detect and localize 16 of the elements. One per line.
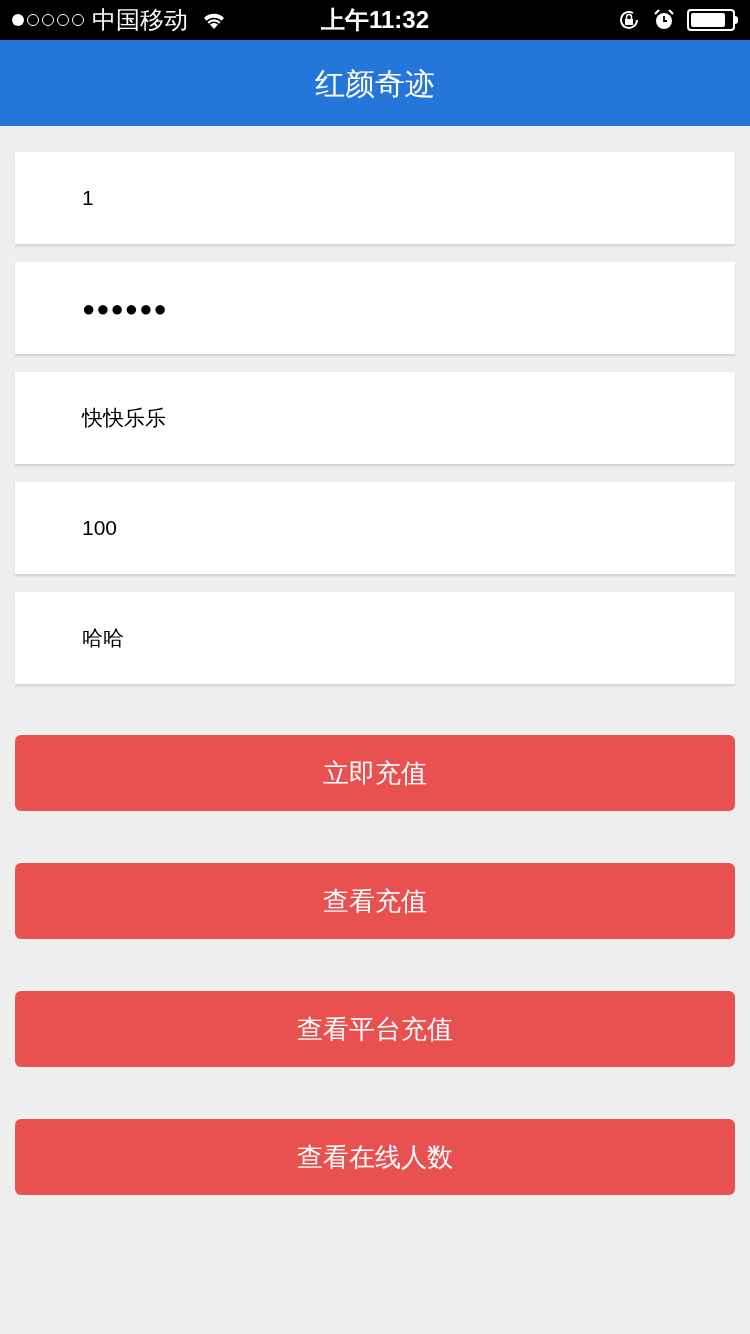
action-button[interactable]: 查看平台充值 [15,991,735,1067]
clock-time: 上午11:32 [320,5,430,35]
wifi-icon [202,11,226,29]
action-button[interactable]: 查看充值 [15,863,735,939]
action-button[interactable]: 立即充值 [15,735,735,811]
input-field[interactable]: 哈哈 [15,592,735,684]
action-button[interactable]: 查看在线人数 [15,1119,735,1195]
carrier-name: 中国移动 [92,5,188,35]
rotation-lock-icon [617,8,641,32]
alarm-icon [653,9,675,31]
page-title: 红颜奇迹 [315,65,435,102]
battery-icon [687,9,738,31]
input-field[interactable]: 100 [15,482,735,574]
password-field[interactable]: ●●●●●● [15,262,735,354]
input-field[interactable]: 快快乐乐 [15,372,735,464]
input-field[interactable]: 1 [15,152,735,244]
